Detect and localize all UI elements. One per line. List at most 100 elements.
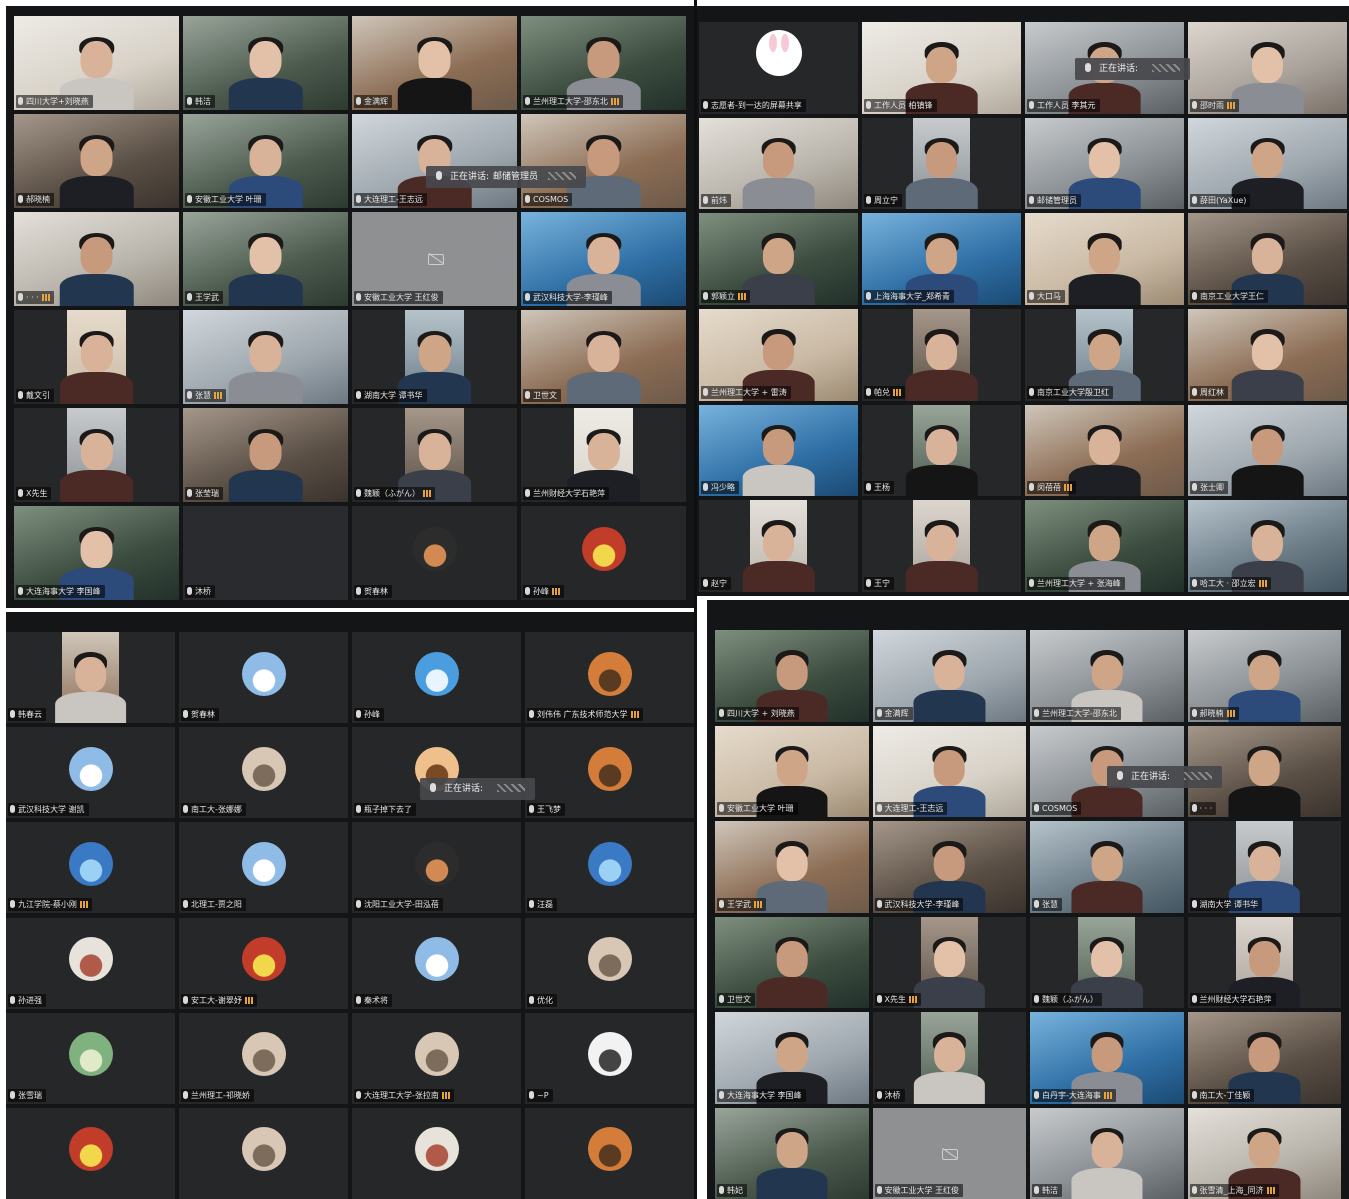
participant-tile[interactable]: 王学武 xyxy=(183,212,348,306)
participant-tile[interactable]: 卫世文 xyxy=(521,310,686,404)
participant-tile[interactable]: 兰州财经大学石艳萍 xyxy=(1187,916,1341,1008)
participant-name: 兰州财经大学石艳萍 xyxy=(523,487,609,500)
participant-tile[interactable]: 兰州理工大学-邵东北 xyxy=(1030,630,1184,722)
participant-tile[interactable]: 沐桥 xyxy=(872,1012,1026,1104)
participant-tile[interactable]: 大连海事大学 李国峰 xyxy=(715,1012,869,1104)
participant-tile[interactable]: 大连海事大学 李国峰 xyxy=(14,506,179,600)
participant-tile[interactable]: 韩洁 xyxy=(1030,1107,1184,1199)
participant-tile[interactable]: 魏颖（ふがん） xyxy=(352,408,517,502)
participant-tile[interactable]: 哈工大 · 邵立宏 xyxy=(1188,500,1347,592)
participant-tile[interactable]: 帕兑 xyxy=(862,309,1021,401)
participant-tile[interactable]: 大连理工-王志远 xyxy=(352,114,517,208)
participant-tile[interactable]: 四川大学 + 刘晓燕 xyxy=(715,630,869,722)
participant-tile[interactable]: 王学武 xyxy=(715,821,869,913)
participant-tile[interactable]: 王杨 xyxy=(862,404,1021,497)
participant-tile[interactable]: 瓶子掉下去了 xyxy=(352,727,521,819)
participant-tile[interactable]: 韩妃 xyxy=(715,1107,869,1199)
participant-tile[interactable] xyxy=(179,1107,348,1199)
participant-tile[interactable]: 邮储管理员 xyxy=(1025,117,1184,210)
participant-tile[interactable]: 韩春云 xyxy=(6,632,175,724)
participant-tile[interactable]: 沐桥 xyxy=(183,506,348,600)
participant-tile[interactable]: 沈阳工业大学-田泓蓓 xyxy=(352,822,521,914)
participant-tile[interactable]: 贺春林 xyxy=(352,506,517,600)
participant-tile[interactable]: 工作人员 柏镇锋 xyxy=(862,22,1021,114)
participant-tile[interactable] xyxy=(6,1107,175,1199)
participant-tile[interactable]: 安徽工业大学 王红俊 xyxy=(352,212,517,306)
participant-tile[interactable]: X先生 xyxy=(872,916,1026,1008)
participant-tile[interactable]: 湖南大学 谭书华 xyxy=(352,310,517,404)
participant-tile[interactable]: 兰州财经大学石艳萍 xyxy=(521,408,686,502)
participant-tile[interactable]: 张慧 xyxy=(183,310,348,404)
participant-tile[interactable]: 兰州理工大学 + 雷涛 xyxy=(699,309,858,401)
participant-tile[interactable]: 郝晓楠 xyxy=(14,114,179,208)
participant-tile[interactable]: 戴文引 xyxy=(14,310,179,404)
participant-tile[interactable]: 南工大-张娜娜 xyxy=(179,727,348,819)
participant-tile[interactable]: 赵宁 xyxy=(699,500,858,592)
participant-tile[interactable]: 武汉科技大学-李瑾峰 xyxy=(521,212,686,306)
participant-tile[interactable]: 邵时雨 xyxy=(1188,22,1347,114)
participant-tile[interactable]: 汪磊 xyxy=(525,822,694,914)
participant-tile[interactable]: 孙进强 xyxy=(6,917,175,1009)
participant-tile[interactable]: 安徽工业大学 叶珊 xyxy=(715,725,869,817)
participant-tile[interactable]: 张雪清_上海_同济 xyxy=(1187,1107,1341,1199)
participant-tile[interactable]: 南京工业大学殷卫红 xyxy=(1025,309,1184,401)
participant-tile[interactable] xyxy=(525,1107,694,1199)
participant-tile[interactable]: 闵蓓蓓 xyxy=(1025,404,1184,497)
participant-tile[interactable]: 上海海事大学_郑希青 xyxy=(862,213,1021,305)
participant-tile[interactable]: 北理工-贾之阳 xyxy=(179,822,348,914)
participant-tile[interactable]: 贺春林 xyxy=(179,632,348,724)
participant-tile[interactable]: X先生 xyxy=(14,408,179,502)
participant-name: 闵蓓蓓 xyxy=(1027,481,1076,495)
rabbit-avatar-icon xyxy=(755,30,802,76)
participant-tile[interactable]: 九江学院-蔡小刚 xyxy=(6,822,175,914)
participant-name: 白丹宇-大连海事 xyxy=(1032,1088,1116,1102)
participant-tile[interactable]: 卫世文 xyxy=(715,916,869,1008)
participant-tile[interactable]: 武汉科技大学 谢凯 xyxy=(6,727,175,819)
participant-tile[interactable]: 韩洁 xyxy=(183,16,348,110)
participant-tile[interactable]: 张雪瑞 xyxy=(6,1012,175,1104)
participant-tile[interactable]: 志愿者-到一达的屏幕共享 xyxy=(699,22,858,114)
participant-tile[interactable]: 安工大-谢翠妤 xyxy=(179,917,348,1009)
participant-tile[interactable]: 金满辉 xyxy=(872,630,1026,722)
participant-tile[interactable]: 冯少略 xyxy=(699,404,858,497)
participant-tile[interactable]: 安徽工业大学 叶珊 xyxy=(183,114,348,208)
participant-tile[interactable]: 张士卿 xyxy=(1188,404,1347,497)
participant-tile[interactable]: 郭颖立 xyxy=(699,213,858,305)
microphone-icon xyxy=(1191,708,1197,717)
participant-tile[interactable]: 大口马 xyxy=(1025,213,1184,305)
participant-tile[interactable]: 孙峰 xyxy=(521,506,686,600)
participant-tile[interactable]: 周红林 xyxy=(1188,309,1347,401)
participant-tile[interactable]: 湖南大学 谭书华 xyxy=(1187,821,1341,913)
participant-tile[interactable]: 周立宁 xyxy=(862,117,1021,210)
participant-tile[interactable]: 孙峰 xyxy=(352,632,521,724)
microphone-icon xyxy=(1191,1090,1197,1099)
participant-tile[interactable] xyxy=(352,1107,521,1199)
participant-tile[interactable]: 秦术将 xyxy=(352,917,521,1009)
participant-tile[interactable]: 金满辉 xyxy=(352,16,517,110)
participant-tile[interactable]: 郝晓楠 xyxy=(1187,630,1341,722)
participant-tile[interactable]: 白丹宇-大连海事 xyxy=(1030,1012,1184,1104)
participant-tile[interactable]: 大连理工-王志远 xyxy=(872,725,1026,817)
participant-tile[interactable]: 武汉科技大学-李瑾峰 xyxy=(872,821,1026,913)
participant-tile[interactable]: 王飞梦 xyxy=(525,727,694,819)
participant-tile[interactable]: 大连理工大学-张拉南 xyxy=(352,1012,521,1104)
participant-tile[interactable]: COSMOS xyxy=(521,114,686,208)
microphone-icon xyxy=(1192,387,1197,396)
participant-tile[interactable]: 薛田(YaXue) xyxy=(1188,117,1347,210)
participant-tile[interactable]: 四川大学+刘晓燕 xyxy=(14,16,179,110)
participant-tile[interactable]: 张慧 xyxy=(1030,821,1184,913)
participant-tile[interactable]: 南工大-丁佳颖 xyxy=(1187,1012,1341,1104)
participant-tile[interactable]: 安徽工业大学 王红俊 xyxy=(872,1107,1026,1199)
participant-tile[interactable]: 王宁 xyxy=(862,500,1021,592)
participant-tile[interactable]: 前炜 xyxy=(699,117,858,210)
participant-tile[interactable]: 张莹瑞 xyxy=(183,408,348,502)
participant-tile[interactable]: 优化 xyxy=(525,917,694,1009)
participant-tile[interactable]: 兰州理工大学-邵东北 xyxy=(521,16,686,110)
participant-tile[interactable]: · · · xyxy=(14,212,179,306)
participant-tile[interactable]: 刘伟伟 广东技术师范大学 xyxy=(525,632,694,724)
participant-tile[interactable]: ~P xyxy=(525,1012,694,1104)
participant-tile[interactable]: 南京工业大学王仁 xyxy=(1188,213,1347,305)
participant-tile[interactable]: 兰州理工-祁晓娇 xyxy=(179,1012,348,1104)
participant-tile[interactable]: 魏颖（ふがん） xyxy=(1030,916,1184,1008)
participant-tile[interactable]: 兰州理工大学 + 张海峰 xyxy=(1025,500,1184,592)
